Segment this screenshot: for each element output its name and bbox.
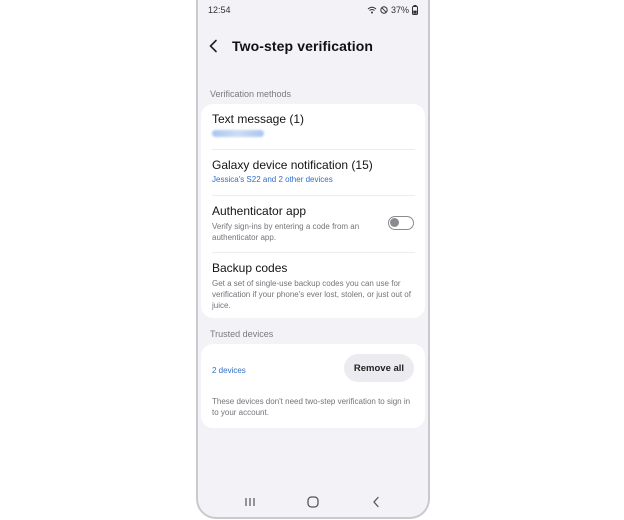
remove-all-button[interactable]: Remove all [344, 354, 414, 382]
battery-percent: 37% [390, 5, 409, 15]
galaxy-notification-title: Galaxy device notification (15) [212, 158, 373, 172]
backup-codes-row[interactable]: Backup codes Get a set of single-use bac… [212, 261, 415, 311]
phone-screen: 12:54 37% Two-step verification Verifica… [196, 0, 430, 519]
do-not-disturb-icon [380, 6, 388, 14]
text-message-title: Text message (1) [212, 112, 305, 126]
trusted-devices-note-row: These devices don't need two-step verifi… [212, 393, 415, 418]
backup-codes-title: Backup codes [212, 261, 288, 275]
chevron-left-icon[interactable] [208, 37, 222, 55]
status-icons: 37% [367, 5, 418, 15]
verification-methods-label: Verification methods [210, 89, 292, 99]
trusted-devices-card: 2 devices Remove all These devices don't… [201, 344, 425, 428]
divider [212, 195, 415, 196]
nav-back-icon[interactable] [366, 492, 386, 512]
toggle-knob [390, 218, 399, 227]
recents-icon[interactable] [240, 492, 260, 512]
authenticator-row[interactable]: Authenticator app Verify sign-ins by ent… [212, 204, 375, 243]
redacted-phone-number [212, 130, 264, 137]
text-message-row[interactable]: Text message (1) [212, 112, 415, 137]
app-header: Two-step verification [208, 36, 373, 56]
navigation-bar [198, 487, 428, 517]
authenticator-subtitle: Verify sign-ins by entering a code from … [212, 222, 360, 242]
trusted-devices-label: Trusted devices [210, 329, 274, 339]
status-bar: 12:54 37% [198, 0, 428, 20]
page-title: Two-step verification [232, 38, 374, 54]
divider [212, 252, 415, 253]
backup-codes-subtitle: Get a set of single-use backup codes you… [212, 279, 411, 310]
trusted-devices-note: These devices don't need two-step verifi… [212, 397, 411, 417]
authenticator-title: Authenticator app [212, 204, 307, 218]
status-time: 12:54 [208, 5, 231, 15]
authenticator-toggle[interactable] [388, 216, 414, 230]
wifi-icon [367, 6, 377, 14]
verification-methods-card: Text message (1) Galaxy device notificat… [201, 104, 425, 318]
divider [212, 149, 415, 150]
galaxy-notification-row[interactable]: Galaxy device notification (15) Jessica'… [212, 158, 415, 184]
galaxy-devices-link[interactable]: Jessica's S22 and 2 other devices [212, 175, 415, 184]
battery-icon [412, 5, 418, 15]
home-icon[interactable] [303, 492, 323, 512]
